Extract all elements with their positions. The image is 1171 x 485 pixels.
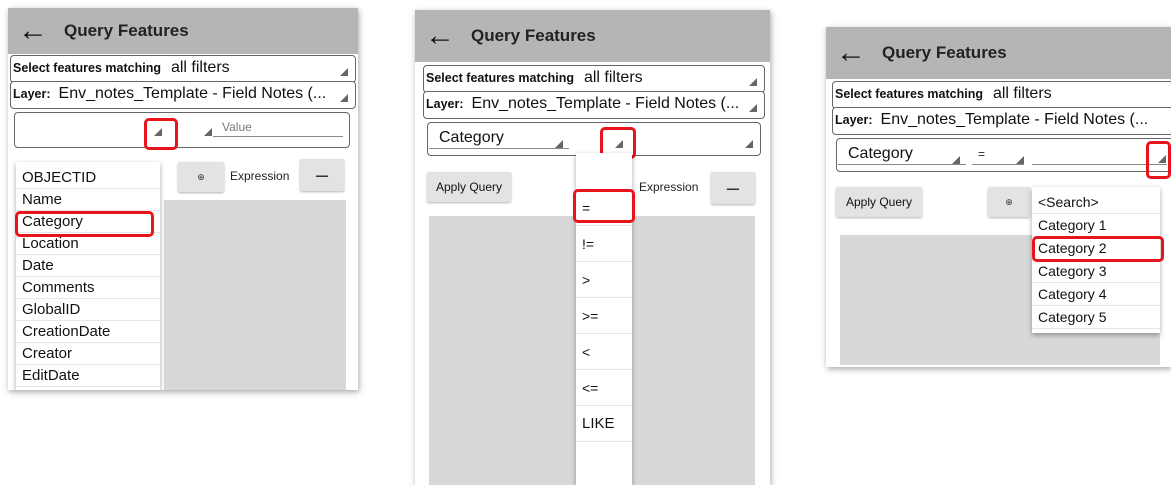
operator-option-less[interactable]: < [576, 334, 632, 370]
layer-value: Env_notes_Template - Field Notes (... [58, 85, 327, 102]
back-arrow-icon[interactable]: ← [425, 21, 455, 51]
chevron-down-icon [749, 104, 757, 112]
select-features-label: Select features matching [13, 61, 161, 75]
highlight-category-option [15, 211, 154, 237]
remove-expression-button[interactable]: – [711, 172, 755, 204]
field-select-value[interactable]: Category [848, 145, 913, 163]
field-option-creationdate[interactable]: CreationDate [16, 321, 160, 343]
apply-query-button[interactable]: Apply Query [836, 187, 922, 217]
field-option-name[interactable]: Name [16, 189, 160, 211]
operator-option-greater[interactable]: > [576, 262, 632, 298]
field-option-globalid[interactable]: GlobalID [16, 299, 160, 321]
select-features-label: Select features matching [835, 87, 983, 101]
highlight-field-chevron [144, 118, 178, 150]
value-option-category-5[interactable]: Category 5 [1032, 306, 1160, 329]
app-bar: ← Query Features [415, 10, 770, 62]
field-chevron-icon[interactable] [952, 156, 960, 164]
layer-label: Layer: [835, 113, 873, 127]
apply-query-button[interactable]: Apply Query [427, 172, 511, 202]
operator-option-not-equals[interactable]: != [576, 226, 632, 262]
panel-operator-select: ← Query Features Select features matchin… [415, 10, 770, 485]
highlight-value-chevron [1146, 141, 1171, 179]
layer-value: Env_notes_Template - Field Notes (... [880, 111, 1149, 128]
layer-value: Env_notes_Template - Field Notes (... [471, 95, 740, 112]
operator-underline [972, 164, 1024, 165]
page-title: Query Features [882, 43, 1007, 62]
field-underline [838, 164, 966, 165]
chevron-down-icon [749, 78, 757, 86]
operator-chevron-icon[interactable] [1016, 156, 1024, 164]
field-select-value[interactable]: Category [439, 129, 504, 147]
panel-value-select: ← Query Features Select features matchin… [826, 27, 1171, 367]
app-bar: ← Query Features [8, 8, 358, 54]
field-underline [429, 148, 569, 149]
field-dropdown: OBJECTID Name Category Location Date Com… [16, 162, 160, 390]
filter-row [14, 112, 350, 148]
add-expression-button[interactable]: ⊕ [988, 187, 1030, 217]
operator-select-value[interactable]: = [978, 147, 985, 161]
field-option-objectid[interactable]: OBJECTID [16, 167, 160, 189]
app-bar: ← Query Features [826, 27, 1171, 79]
value-option-category-3[interactable]: Category 3 [1032, 260, 1160, 283]
back-arrow-icon[interactable]: ← [18, 16, 48, 46]
operator-option-greater-equal[interactable]: >= [576, 298, 632, 334]
field-chevron-icon[interactable] [555, 140, 563, 148]
back-arrow-icon[interactable]: ← [836, 38, 866, 68]
value-input[interactable]: Value [222, 120, 252, 134]
match-select-value: all filters [170, 59, 230, 76]
value-option-category-1[interactable]: Category 1 [1032, 214, 1160, 237]
operator-option-less-equal[interactable]: <= [576, 370, 632, 406]
expression-list-area [164, 200, 346, 390]
panel-field-select: ← Query Features Select features matchin… [8, 8, 358, 390]
select-features-label: Select features matching [426, 71, 574, 85]
expression-label: Expression [230, 169, 290, 183]
chevron-down-icon [340, 94, 348, 102]
value-underline [213, 136, 343, 137]
page-title: Query Features [471, 26, 596, 45]
page-title: Query Features [64, 21, 189, 40]
value-option-search[interactable]: <Search> [1032, 191, 1160, 214]
field-option-date[interactable]: Date [16, 255, 160, 277]
operator-option-like[interactable]: LIKE [576, 406, 632, 442]
highlight-equals-option [573, 189, 635, 223]
match-select-value: all filters [583, 69, 643, 86]
value-chevron-icon[interactable] [745, 140, 753, 148]
highlight-category-2-option [1032, 236, 1164, 262]
add-expression-button[interactable]: ⊕ [178, 162, 224, 192]
operator-chevron-icon[interactable] [204, 128, 212, 136]
value-option-category-4[interactable]: Category 4 [1032, 283, 1160, 306]
layer-label: Layer: [13, 87, 51, 101]
field-option-creator[interactable]: Creator [16, 343, 160, 365]
chevron-down-icon [340, 68, 348, 76]
remove-expression-button[interactable]: – [300, 159, 344, 191]
expression-label: Expression [639, 180, 699, 194]
match-select-value: all filters [992, 85, 1052, 102]
layer-label: Layer: [426, 97, 464, 111]
field-option-comments[interactable]: Comments [16, 277, 160, 299]
field-option-editdate[interactable]: EditDate [16, 365, 160, 387]
